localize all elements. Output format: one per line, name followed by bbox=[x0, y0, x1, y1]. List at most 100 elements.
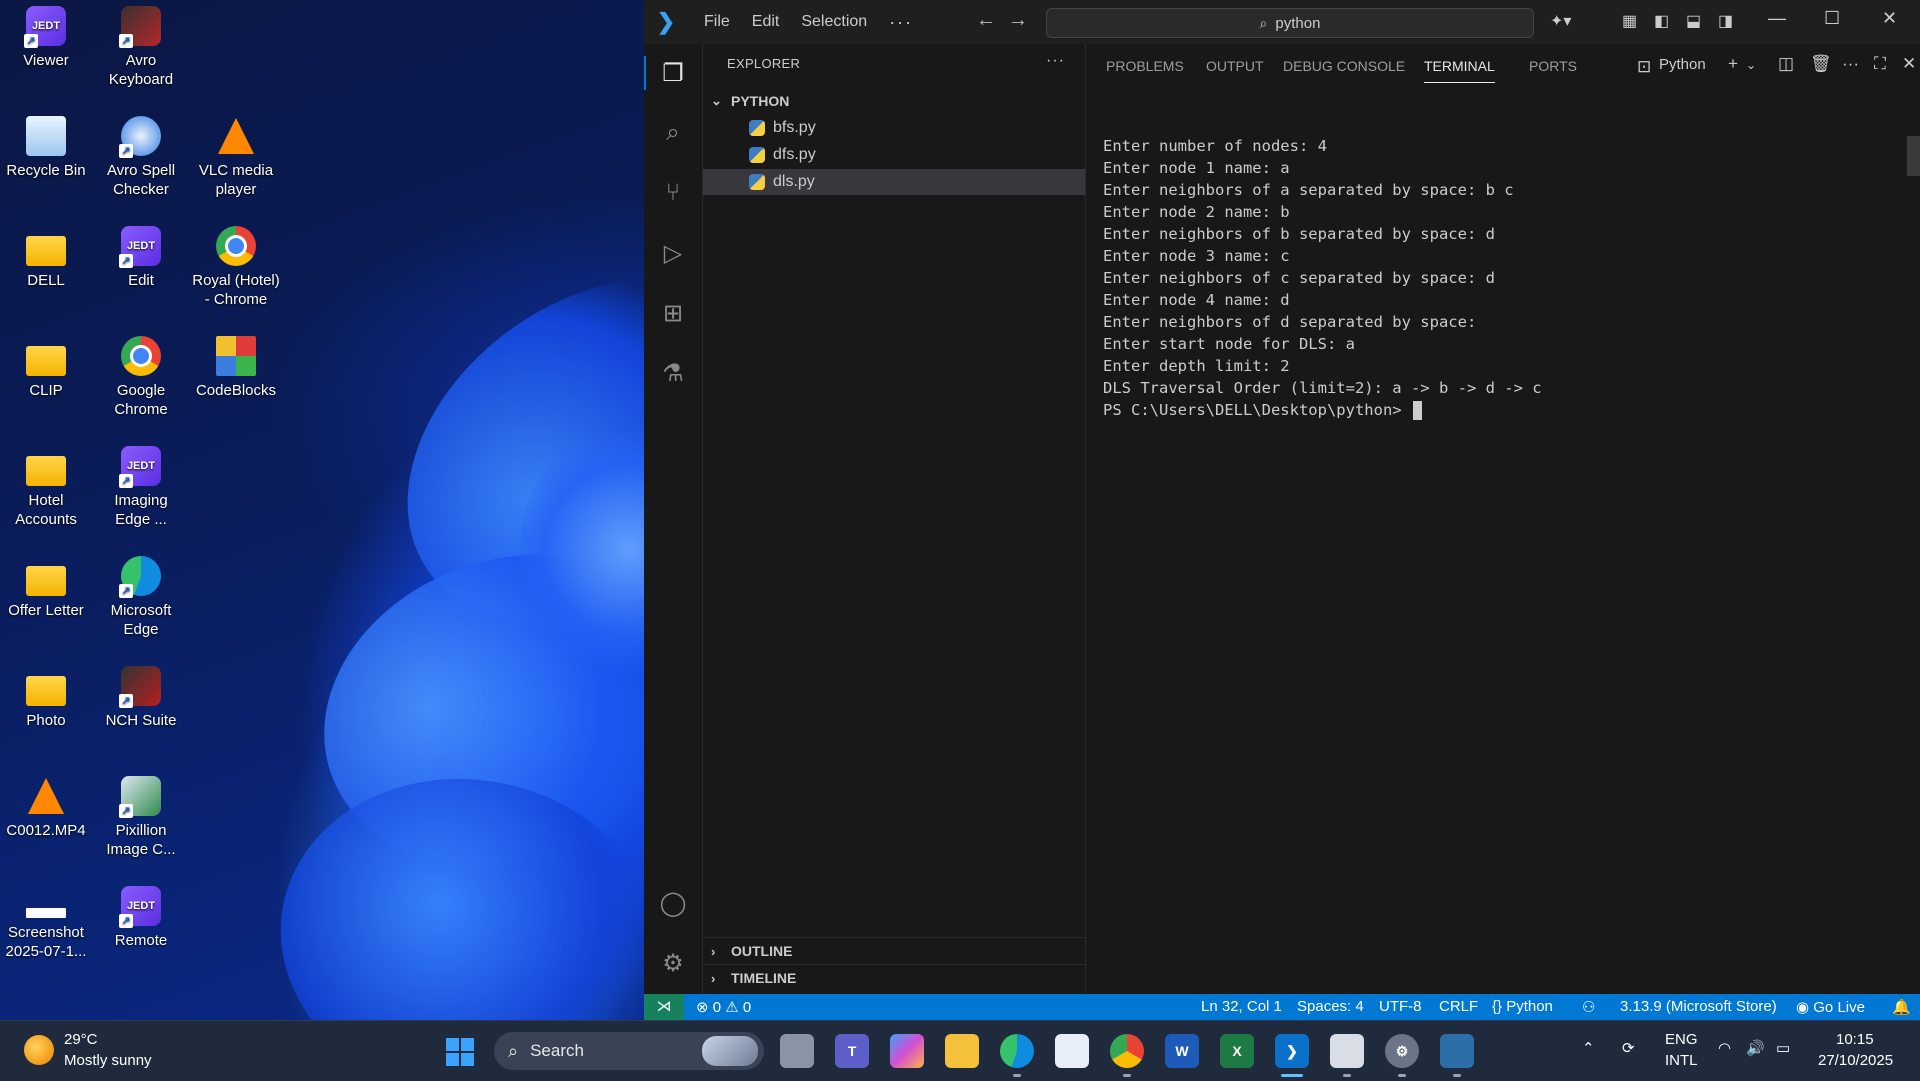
task-view-icon[interactable] bbox=[780, 1034, 814, 1068]
testing-icon[interactable]: ⚗ bbox=[654, 354, 692, 392]
weather-sun-icon[interactable] bbox=[24, 1035, 54, 1065]
desktop-icon-offer-letter[interactable]: Offer Letter bbox=[0, 556, 92, 620]
desktop-icon-google-chrome[interactable]: Google Chrome bbox=[95, 336, 187, 419]
start-button[interactable] bbox=[446, 1038, 474, 1066]
desktop-icon-dell[interactable]: DELL bbox=[0, 226, 92, 290]
chevron-down-icon[interactable]: ⌄ bbox=[1746, 58, 1756, 72]
desktop-icon-photo[interactable]: Photo bbox=[0, 666, 92, 730]
close-panel-icon[interactable]: ✕ bbox=[1902, 54, 1916, 74]
desktop-icon-nch-suite[interactable]: ↗ NCH Suite bbox=[95, 666, 187, 730]
edge-taskbar-icon[interactable] bbox=[1000, 1034, 1034, 1077]
weather-temperature[interactable]: 29°C bbox=[64, 1031, 98, 1048]
remote-desktop-icon[interactable] bbox=[1440, 1034, 1474, 1077]
desktop-icon-recycle-bin[interactable]: Recycle Bin bbox=[0, 116, 92, 180]
terminal-output[interactable]: Enter number of nodes: 4 Enter node 1 na… bbox=[1086, 88, 1920, 968]
desktop-icon-edit[interactable]: JEDT ↗ Edit bbox=[95, 226, 187, 290]
remote-indicator-icon[interactable]: ⋊ bbox=[644, 994, 684, 1020]
desktop-icon-clip[interactable]: CLIP bbox=[0, 336, 92, 400]
volume-icon[interactable]: 🔊 bbox=[1746, 1039, 1765, 1057]
gear-icon[interactable]: ⚙ bbox=[654, 944, 692, 982]
extensions-icon[interactable]: ⊞ bbox=[654, 294, 692, 332]
desktop-icon-hotel-accounts[interactable]: Hotel Accounts bbox=[0, 446, 92, 529]
desktop-icon-avro-keyboard[interactable]: ↗ Avro Keyboard bbox=[95, 6, 187, 89]
menu-selection[interactable]: Selection bbox=[801, 13, 867, 31]
taskbar-search[interactable]: ⌕ Search bbox=[494, 1032, 764, 1070]
terminal-scrollbar[interactable] bbox=[1907, 136, 1920, 176]
folder-python[interactable]: ⌄ PYTHON bbox=[703, 90, 1085, 112]
tab-debug-console[interactable]: DEBUG CONSOLE bbox=[1283, 58, 1405, 74]
settings-icon[interactable]: ⚙ bbox=[1385, 1034, 1419, 1077]
toggle-secondary-sidebar-icon[interactable]: ◨ bbox=[1718, 11, 1733, 31]
snipping-tool-icon[interactable] bbox=[1330, 1034, 1364, 1077]
new-terminal-icon[interactable]: + bbox=[1728, 54, 1738, 74]
language-bottom[interactable]: INTL bbox=[1665, 1052, 1698, 1069]
battery-icon[interactable]: ▭ bbox=[1776, 1039, 1790, 1057]
maximize-panel-icon[interactable]: ⛶ bbox=[1874, 54, 1886, 74]
source-control-icon[interactable]: ⑂ bbox=[654, 174, 692, 212]
desktop-icon-screenshot[interactable]: Screenshot 2025-07-1... bbox=[0, 886, 92, 961]
forward-arrow-icon[interactable]: → bbox=[1008, 9, 1028, 32]
sync-icon[interactable]: ⟳ bbox=[1622, 1039, 1635, 1057]
excel-icon[interactable]: X bbox=[1220, 1034, 1254, 1068]
outline-section[interactable]: › OUTLINE bbox=[703, 937, 1085, 964]
menu-more-button[interactable]: ··· bbox=[889, 12, 913, 33]
go-live-button[interactable]: ◉ Go Live bbox=[1796, 998, 1865, 1016]
close-window-icon[interactable]: ✕ bbox=[1882, 8, 1897, 29]
language-top[interactable]: ENG bbox=[1665, 1031, 1698, 1048]
file-bfs[interactable]: bfs.py bbox=[703, 115, 1085, 141]
bell-icon[interactable]: 🔔 bbox=[1892, 998, 1911, 1016]
customize-layout-icon[interactable]: ▦ bbox=[1622, 11, 1637, 31]
cursor-position[interactable]: Ln 32, Col 1 bbox=[1201, 998, 1282, 1015]
wifi-icon[interactable]: ◠ bbox=[1718, 1039, 1731, 1057]
word-icon[interactable]: W bbox=[1165, 1034, 1199, 1068]
account-icon[interactable]: ◯ bbox=[654, 884, 692, 922]
explorer-icon[interactable]: ❐ bbox=[644, 54, 692, 92]
tab-output[interactable]: OUTPUT bbox=[1206, 58, 1264, 74]
copilot-status-icon[interactable]: ⚇ bbox=[1582, 998, 1595, 1016]
desktop-icon-c0012[interactable]: C0012.MP4 bbox=[0, 776, 92, 840]
encoding[interactable]: UTF-8 bbox=[1379, 998, 1422, 1015]
chevron-up-icon[interactable]: ⌃ bbox=[1582, 1039, 1595, 1057]
desktop-icon-pixillion[interactable]: ↗ Pixillion Image C... bbox=[95, 776, 187, 859]
desktop-icon-codeblocks[interactable]: CodeBlocks bbox=[190, 336, 282, 400]
tab-ports[interactable]: PORTS bbox=[1529, 58, 1577, 74]
menu-edit[interactable]: Edit bbox=[752, 13, 780, 31]
chrome-taskbar-icon[interactable] bbox=[1110, 1034, 1144, 1077]
indentation[interactable]: Spaces: 4 bbox=[1297, 998, 1364, 1015]
search-icon[interactable]: ⌕ bbox=[654, 114, 692, 152]
toggle-sidebar-icon[interactable]: ◧ bbox=[1654, 11, 1669, 31]
explorer-more-button[interactable]: ··· bbox=[1046, 52, 1065, 70]
desktop-icon-royal-hotel-chrome[interactable]: Royal (Hotel) - Chrome bbox=[190, 226, 282, 309]
desktop-icon-imaging-edge[interactable]: JEDT ↗ Imaging Edge ... bbox=[95, 446, 187, 529]
tab-terminal[interactable]: TERMINAL bbox=[1424, 58, 1495, 83]
desktop-icon-avro-spell[interactable]: ↗ Avro Spell Checker bbox=[95, 116, 187, 199]
back-arrow-icon[interactable]: ← bbox=[976, 9, 996, 32]
vscode-taskbar-icon[interactable]: ❯ bbox=[1275, 1034, 1309, 1077]
clock-time[interactable]: 10:15 bbox=[1836, 1031, 1874, 1048]
language-mode[interactable]: {} Python bbox=[1492, 998, 1553, 1015]
maximize-icon[interactable]: ☐ bbox=[1824, 8, 1840, 29]
weather-description[interactable]: Mostly sunny bbox=[64, 1052, 152, 1069]
minimize-icon[interactable]: — bbox=[1768, 8, 1786, 29]
split-terminal-icon[interactable]: ◫ bbox=[1778, 54, 1794, 74]
trash-icon[interactable]: 🗑 bbox=[1810, 54, 1832, 74]
terminal-profile[interactable]: Python bbox=[1659, 56, 1706, 73]
python-interpreter[interactable]: 3.13.9 (Microsoft Store) bbox=[1620, 998, 1777, 1015]
end-of-line[interactable]: CRLF bbox=[1439, 998, 1478, 1015]
teams-icon[interactable]: T bbox=[835, 1034, 869, 1068]
copilot-icon[interactable]: ✦▾ bbox=[1550, 11, 1571, 31]
menu-file[interactable]: File bbox=[704, 13, 730, 31]
desktop-icon-remote[interactable]: JEDT ↗ Remote bbox=[95, 886, 187, 950]
timeline-section[interactable]: › TIMELINE bbox=[703, 964, 1085, 991]
desktop-icon-microsoft-edge[interactable]: ↗ Microsoft Edge bbox=[95, 556, 187, 639]
file-dfs[interactable]: dfs.py bbox=[703, 142, 1085, 168]
tab-problems[interactable]: PROBLEMS bbox=[1106, 58, 1184, 74]
file-dls[interactable]: dls.py bbox=[703, 169, 1085, 195]
microsoft-store-icon[interactable] bbox=[1055, 1034, 1089, 1068]
command-center-search[interactable]: ⌕ python bbox=[1046, 8, 1534, 38]
copilot-app-icon[interactable] bbox=[890, 1034, 924, 1068]
desktop-icon-viewer[interactable]: JEDT ↗ Viewer bbox=[0, 6, 92, 70]
problems-indicator[interactable]: ⊗ 0 ⚠ 0 bbox=[696, 998, 751, 1016]
run-debug-icon[interactable]: ▷ bbox=[654, 234, 692, 272]
more-actions-icon[interactable]: ··· bbox=[1842, 54, 1859, 74]
